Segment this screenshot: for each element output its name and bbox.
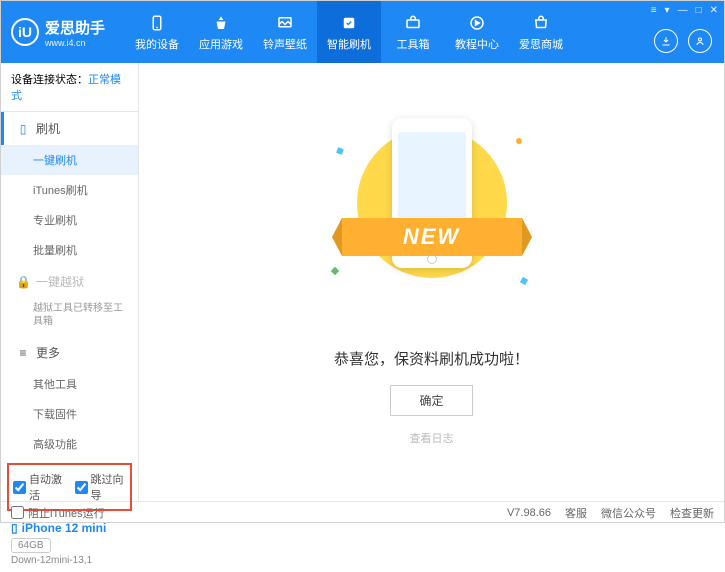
- sidebar-item-itunes-flash[interactable]: iTunes刷机: [1, 175, 138, 205]
- device-panel: ▯ iPhone 12 mini 64GB Down-12mini-13,1: [1, 515, 138, 572]
- apps-icon: [211, 13, 231, 33]
- logo: iU 爱思助手 www.i4.cn: [11, 17, 105, 48]
- tab-label: 应用游戏: [199, 36, 243, 52]
- view-log-link[interactable]: 查看日志: [410, 430, 454, 446]
- tab-flash[interactable]: 智能刷机: [317, 1, 381, 63]
- section-label: 更多: [36, 344, 60, 361]
- sidebar: 设备连接状态：正常模式 ▯ 刷机 一键刷机 iTunes刷机 专业刷机 批量刷机…: [1, 63, 139, 501]
- tab-toolbox[interactable]: 工具箱: [381, 1, 445, 63]
- tab-store[interactable]: 爱思商城: [509, 1, 573, 63]
- tab-label: 我的设备: [135, 36, 179, 52]
- tab-tutorials[interactable]: 教程中心: [445, 1, 509, 63]
- main-content: NEW 恭喜您，保资料刷机成功啦！ 确定 查看日志: [139, 63, 724, 501]
- sidebar-item-oneclick-flash[interactable]: 一键刷机: [1, 145, 138, 175]
- sidebar-section-jailbreak: 🔒 一键越狱: [1, 265, 138, 298]
- tab-label: 爱思商城: [519, 36, 563, 52]
- nav-tabs: 我的设备 应用游戏 铃声壁纸 智能刷机 工具箱 教程中心 爱思商城: [125, 1, 573, 63]
- version-label: V7.98.66: [507, 507, 551, 519]
- sidebar-item-download-firmware[interactable]: 下载固件: [1, 399, 138, 429]
- new-ribbon: NEW: [342, 218, 522, 256]
- sidebar-item-advanced[interactable]: 高级功能: [1, 429, 138, 459]
- wallpaper-icon: [275, 13, 295, 33]
- device-firmware: Down-12mini-13,1: [11, 555, 128, 566]
- tab-label: 工具箱: [397, 36, 430, 52]
- menu-icon[interactable]: ≡: [651, 5, 657, 16]
- section-label: 刷机: [36, 120, 60, 137]
- checkbox-auto-activate[interactable]: 自动激活: [13, 471, 65, 503]
- download-button[interactable]: [654, 29, 678, 53]
- tutorial-icon: [467, 13, 487, 33]
- tab-ringtones[interactable]: 铃声壁纸: [253, 1, 317, 63]
- sidebar-section-flash[interactable]: ▯ 刷机: [1, 112, 138, 145]
- tab-my-device[interactable]: 我的设备: [125, 1, 189, 63]
- app-header: iU 爱思助手 www.i4.cn 我的设备 应用游戏 铃声壁纸 智能刷机 工具…: [1, 1, 724, 63]
- store-icon: [531, 13, 551, 33]
- sidebar-item-pro-flash[interactable]: 专业刷机: [1, 205, 138, 235]
- logo-icon: iU: [11, 18, 39, 46]
- sidebar-item-other-tools[interactable]: 其他工具: [1, 369, 138, 399]
- connection-status: 设备连接状态：正常模式: [1, 63, 138, 112]
- lock-icon: 🔒: [16, 275, 30, 289]
- tab-apps[interactable]: 应用游戏: [189, 1, 253, 63]
- phone-icon: [147, 13, 167, 33]
- success-message: 恭喜您，保资料刷机成功啦！: [334, 348, 529, 369]
- toolbox-icon: [403, 13, 423, 33]
- sidebar-item-batch-flash[interactable]: 批量刷机: [1, 235, 138, 265]
- minimize-icon[interactable]: —: [678, 5, 688, 16]
- checkbox-skip-guide[interactable]: 跳过向导: [75, 471, 127, 503]
- tab-label: 铃声壁纸: [263, 36, 307, 52]
- app-title: 爱思助手: [45, 17, 105, 38]
- pin-icon[interactable]: ▾: [665, 5, 670, 16]
- user-button[interactable]: [688, 29, 712, 53]
- device-storage: 64GB: [11, 538, 51, 553]
- device-name[interactable]: ▯ iPhone 12 mini: [11, 521, 128, 535]
- tab-label: 教程中心: [455, 36, 499, 52]
- phone-icon: ▯: [11, 521, 18, 535]
- close-icon[interactable]: ✕: [710, 5, 718, 16]
- phone-icon: ▯: [16, 122, 30, 136]
- tab-label: 智能刷机: [327, 36, 371, 52]
- check-update-link[interactable]: 检查更新: [670, 505, 714, 521]
- section-label: 一键越狱: [36, 273, 84, 290]
- sidebar-section-more[interactable]: ≡ 更多: [1, 336, 138, 369]
- checkbox-block-itunes[interactable]: 阻止iTunes运行: [11, 505, 105, 521]
- wechat-link[interactable]: 微信公众号: [601, 505, 656, 521]
- maximize-icon[interactable]: □: [696, 5, 702, 16]
- flash-icon: [339, 13, 359, 33]
- customer-service-link[interactable]: 客服: [565, 505, 587, 521]
- window-controls: ≡ ▾ — □ ✕: [651, 5, 718, 16]
- success-illustration: NEW: [357, 118, 507, 318]
- jailbreak-note: 越狱工具已转移至工具箱: [1, 298, 138, 336]
- more-icon: ≡: [16, 346, 30, 360]
- ok-button[interactable]: 确定: [390, 385, 472, 416]
- app-url: www.i4.cn: [45, 38, 105, 48]
